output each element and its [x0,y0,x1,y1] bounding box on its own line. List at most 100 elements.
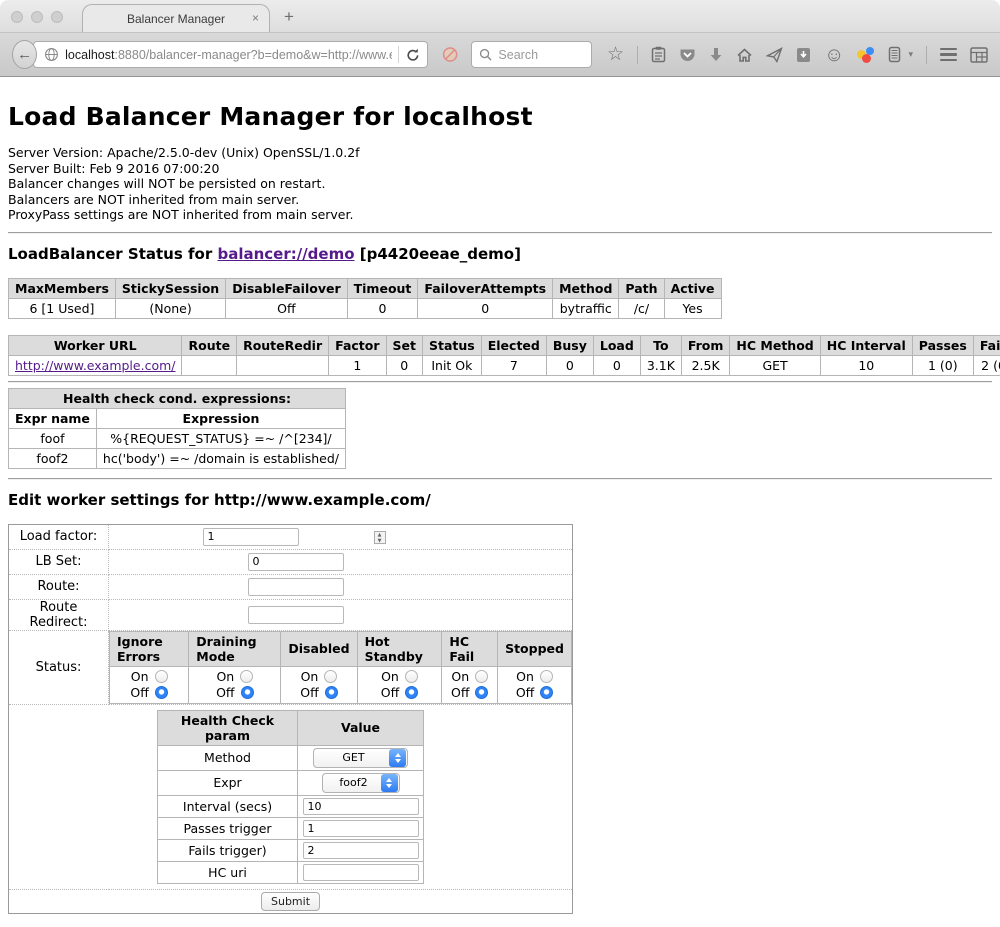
col-load: Load [593,335,640,355]
fails-trigger-cell [298,839,424,861]
expr-select[interactable]: foof2 [322,773,400,793]
bookmark-star-icon[interactable]: ☆ [607,45,624,64]
passes-trigger-input[interactable] [303,820,419,837]
method-select[interactable]: GET [313,748,408,768]
method-label: Method [158,745,298,770]
draining-mode-on-radio[interactable] [240,670,253,683]
col-method: Method [553,278,619,298]
persist-note-line: Balancer changes will NOT be persisted o… [8,176,992,192]
ignore-errors-on-radio[interactable] [155,670,168,683]
hc-fail-off-radio[interactable] [475,686,488,699]
search-icon [479,48,492,61]
cell-load: 0 [593,355,640,375]
hc-fail-on-radio[interactable] [475,670,488,683]
route-input[interactable] [248,578,344,596]
tab-bar: Balancer Manager × + [0,0,1000,32]
col-ignore-errors: Ignore Errors [110,631,189,666]
table-row: Interval (secs) [158,795,424,817]
disabled-on-radio[interactable] [324,670,337,683]
worker-url-link[interactable]: http://www.example.com/ [15,358,175,373]
hc-fail-radios: On Off [442,666,498,703]
disabled-off-radio[interactable] [325,686,338,699]
stopped-off-radio[interactable] [540,686,553,699]
form-row-submit: Submit [9,889,573,913]
search-bar[interactable]: Search [471,41,592,68]
cell-hc-method: GET [730,355,820,375]
on-label: On [301,669,319,684]
ignore-errors-radios: On Off [110,666,189,703]
health-check-cell: Health Check param Value Method GET [9,704,573,889]
send-icon[interactable] [766,47,783,63]
route-redirect-input[interactable] [248,606,344,624]
table-row: HC uri [158,861,424,883]
ignore-errors-off-radio[interactable] [155,686,168,699]
home-icon[interactable] [736,47,753,63]
clipboard-icon[interactable] [651,46,666,63]
cell-status: Init Ok [423,355,482,375]
colored-dots-extension-icon[interactable] [857,47,875,63]
interval-input[interactable] [303,798,419,815]
balancer-demo-link[interactable]: balancer://demo [217,245,354,263]
cell-active: Yes [664,298,721,318]
draining-mode-off-radio[interactable] [241,686,254,699]
lb-set-input[interactable] [248,553,344,571]
col-expr-name: Expr name [9,408,97,428]
table-header-row: Health Check param Value [158,710,424,745]
off-label: Off [516,685,534,700]
health-check-table: Health Check param Value Method GET [157,710,424,884]
submit-button[interactable]: Submit [261,892,320,911]
toolbar-icons: ☆ [607,45,988,65]
page-content: Load Balancer Manager for localhost Serv… [0,78,1000,927]
window-zoom-button[interactable] [51,11,63,23]
back-button[interactable]: ← [12,40,37,69]
download-icon[interactable] [709,47,723,63]
stopped-on-radio[interactable] [540,670,553,683]
col-hc-interval: HC Interval [820,335,912,355]
notes-panel-icon[interactable] [888,46,901,63]
form-row-route-redirect: Route Redirect: [9,599,573,630]
panels-grid-icon[interactable] [970,47,988,63]
cell-route [182,355,237,375]
load-factor-input[interactable] [203,528,299,546]
expr-label: Expr [158,770,298,795]
off-label: Off [451,685,469,700]
col-maxmembers: MaxMembers [9,278,116,298]
passes-trigger-cell [298,817,424,839]
reload-icon[interactable] [405,47,421,63]
lb-status-heading: LoadBalancer Status for balancer://demo … [8,245,992,263]
col-hc-param: Health Check param [158,710,298,745]
cell-expression: hc('body') =~ /domain is established/ [96,448,345,468]
number-spinner-icon[interactable]: ▲▼ [374,531,386,544]
tab-balancer-manager[interactable]: Balancer Manager × [82,4,270,32]
table-header-row: MaxMembers StickySession DisableFailover… [9,278,722,298]
hot-standby-on-radio[interactable] [405,670,418,683]
cell-expr-name: foof [9,428,97,448]
tab-close-icon[interactable]: × [252,11,259,25]
menu-hamburger-icon[interactable] [940,48,957,62]
cell-disablefailover: Off [226,298,347,318]
chevron-down-icon[interactable]: ▾ [908,49,913,60]
col-factor: Factor [329,335,386,355]
on-label: On [381,669,399,684]
hot-standby-off-radio[interactable] [405,686,418,699]
col-busy: Busy [546,335,593,355]
hc-uri-input[interactable] [303,864,419,881]
window-minimize-button[interactable] [31,11,43,23]
search-placeholder: Search [498,48,538,62]
cell-failoverattempts: 0 [418,298,553,318]
window-close-button[interactable] [11,11,23,23]
server-built-line: Server Built: Feb 9 2016 07:00:20 [8,161,992,177]
load-factor-label: Load factor: [9,524,109,549]
stopped-radios: On Off [498,666,572,703]
chat-smiley-icon[interactable]: ☺ [824,45,844,65]
cell-set: 0 [386,355,422,375]
pocket-icon[interactable] [679,47,696,63]
save-to-device-icon[interactable] [796,47,811,63]
content-blocked-icon[interactable] [442,45,458,64]
table-row: Method GET [158,745,424,770]
new-tab-button[interactable]: + [284,7,294,27]
form-row-status: Status: Ignore Errors Draining Mode Disa… [9,630,573,704]
route-redirect-cell [109,599,573,630]
url-bar[interactable]: localhost:8880/balancer-manager?b=demo&w… [33,41,428,68]
fails-trigger-input[interactable] [303,842,419,859]
